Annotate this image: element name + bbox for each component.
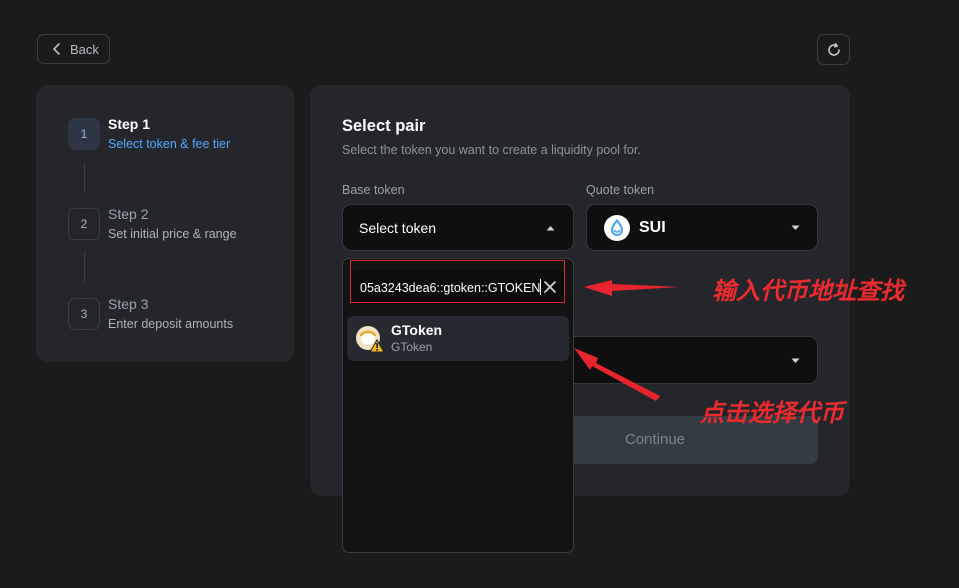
annotation-select-note: 点击选择代币 — [700, 400, 844, 427]
arrow-to-result-icon — [574, 348, 660, 401]
arrow-to-search-icon — [584, 280, 680, 296]
annotation-search-note: 输入代币地址查找 — [712, 278, 904, 305]
